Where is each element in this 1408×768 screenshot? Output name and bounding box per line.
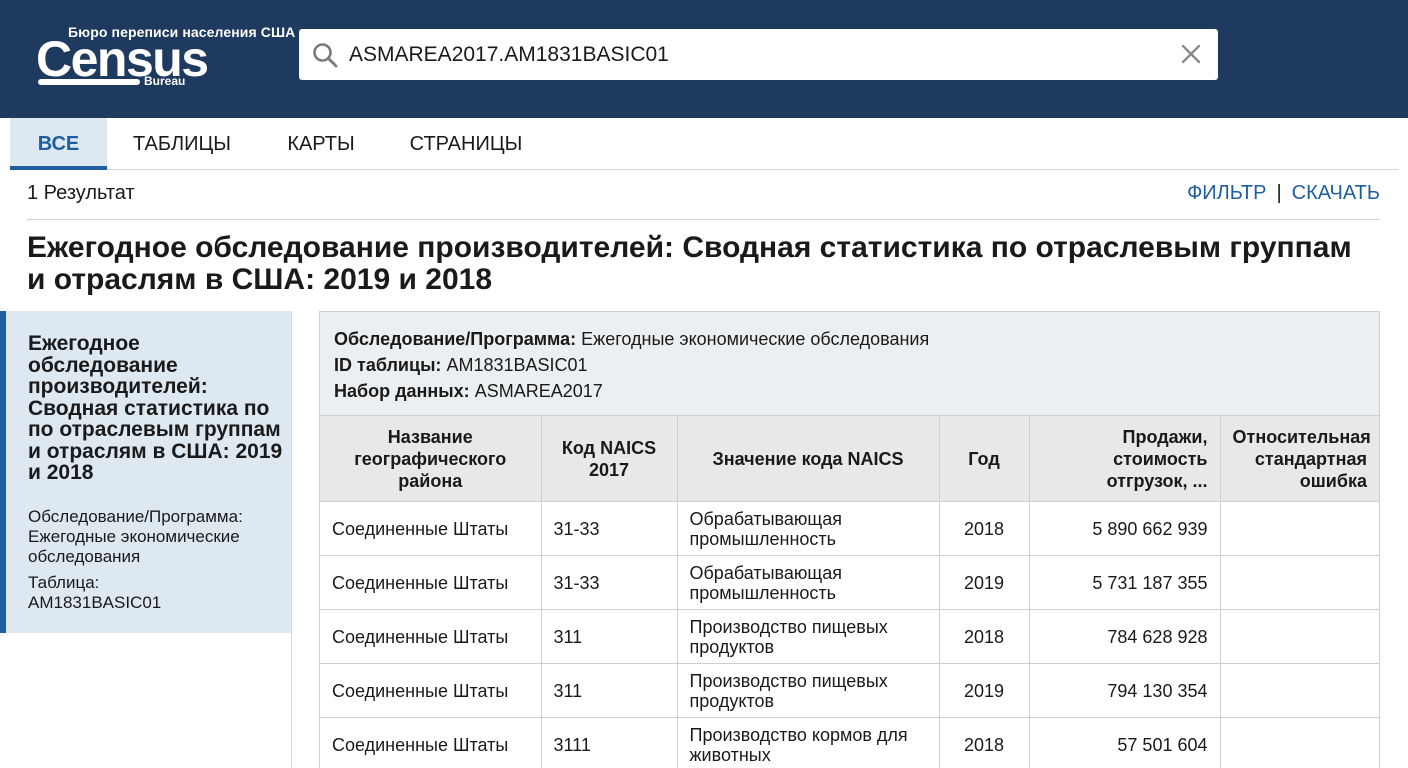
logo-swoosh (38, 79, 140, 85)
table-meta: Обследование/Программа: Ежегодные эконом… (320, 312, 1379, 415)
cell-naics-code: 311 (540, 663, 678, 718)
card-table-value: AM1831BASIC01 (28, 593, 162, 612)
cell-geo: Соединенные Штаты (320, 501, 542, 556)
cell-naics-code: 31-33 (540, 555, 678, 610)
cell-naics-meaning: Обрабатывающая промышленность (676, 555, 940, 610)
meta-program-label: Обследование/Программа: (334, 329, 577, 349)
cell-naics-meaning: Производство кормов для животных (676, 717, 940, 768)
results-count: 1 Результат (27, 182, 135, 204)
col-header-naics-meaning[interactable]: Значение кода NAICS (676, 415, 940, 502)
table-header-row: Название географического района Код NAIC… (320, 415, 1379, 502)
cell-year: 2018 (938, 717, 1030, 768)
cell-naics-code: 31-33 (540, 501, 678, 556)
result-tabs: ВСЕ ТАБЛИЦЫ КАРТЫ СТРАНИЦЫ (10, 118, 1398, 170)
result-card[interactable]: Ежегодное обследование производителей: С… (0, 311, 291, 633)
cell-naics-meaning: Производство пищевых продуктов (676, 663, 940, 718)
tab-tables[interactable]: ТАБЛИЦЫ (127, 118, 237, 169)
census-logo[interactable]: Бюро переписи населения США Census Burea… (36, 22, 295, 92)
header-bar: Бюро переписи населения США Census Burea… (0, 0, 1408, 118)
result-card-meta: Обследование/Программа: Ежегодные эконом… (28, 507, 290, 613)
cell-naics-code: 3111 (540, 717, 678, 768)
result-actions: ФИЛЬТР | СКАЧАТЬ (1187, 182, 1380, 205)
result-card-title[interactable]: Ежегодное обследование производителей: С… (28, 333, 286, 484)
col-header-rse[interactable]: Относительная стандартная ошибка (1219, 415, 1379, 502)
table-row: Соединенные Штаты 3111 Производство корм… (320, 717, 1379, 768)
cell-year: 2019 (938, 663, 1030, 718)
meta-dataset-label: Набор данных: (334, 381, 470, 401)
cell-naics-code: 311 (540, 609, 678, 664)
cell-rse (1219, 555, 1379, 610)
cell-year: 2018 (938, 501, 1030, 556)
card-program-value: Ежегодные экономические обследования (28, 527, 240, 566)
col-header-year[interactable]: Год (938, 415, 1030, 502)
close-icon[interactable] (1180, 43, 1202, 65)
col-header-geo[interactable]: Название географического района (320, 415, 542, 502)
cell-year: 2019 (938, 555, 1030, 610)
cell-naics-meaning: Производство пищевых продуктов (676, 609, 940, 664)
table-row: Соединенные Штаты 31-33 Обрабатывающая п… (320, 555, 1379, 610)
card-program-label: Обследование/Программа: (28, 507, 243, 526)
cell-year: 2018 (938, 609, 1030, 664)
cell-sales: 5 731 187 355 (1028, 555, 1221, 610)
search-input[interactable]: ASMAREA2017.AM1831BASIC01 (349, 29, 669, 80)
table-row: Соединенные Штаты 311 Производство пищев… (320, 609, 1379, 664)
data-table: Название географического района Код NAIC… (320, 415, 1379, 768)
tab-all[interactable]: ВСЕ (10, 118, 107, 170)
column-divider (291, 311, 292, 768)
search-box[interactable]: ASMAREA2017.AM1831BASIC01 (299, 29, 1218, 80)
action-separator: | (1276, 182, 1282, 204)
cell-sales: 5 890 662 939 (1028, 501, 1221, 556)
divider (27, 219, 1380, 220)
cell-rse (1219, 501, 1379, 556)
cell-rse (1219, 609, 1379, 664)
table-preview: Обследование/Программа: Ежегодные эконом… (319, 311, 1380, 768)
cell-geo: Соединенные Штаты (320, 609, 542, 664)
cell-naics-meaning: Обрабатывающая промышленность (676, 501, 940, 556)
cell-geo: Соединенные Штаты (320, 555, 542, 610)
download-link[interactable]: СКАЧАТЬ (1292, 182, 1380, 204)
card-table-label: Таблица: (28, 573, 100, 592)
search-icon[interactable] (311, 41, 339, 69)
page-title[interactable]: Ежегодное обследование производителей: С… (27, 232, 1367, 296)
logo-bureau: Bureau (144, 74, 186, 88)
meta-dataset-value: ASMAREA2017 (474, 381, 603, 401)
col-header-sales[interactable]: Продажи, стоимость отгрузок, ... (1028, 415, 1221, 502)
meta-table-id-label: ID таблицы: (334, 355, 442, 375)
cell-sales: 57 501 604 (1028, 717, 1221, 768)
table-row: Соединенные Штаты 31-33 Обрабатывающая п… (320, 501, 1379, 556)
filter-link[interactable]: ФИЛЬТР (1187, 182, 1266, 204)
table-row: Соединенные Штаты 311 Производство пищев… (320, 663, 1379, 718)
tab-pages[interactable]: СТРАНИЦЫ (406, 118, 526, 169)
tab-maps[interactable]: КАРТЫ (280, 118, 362, 169)
cell-rse (1219, 717, 1379, 768)
cell-sales: 794 130 354 (1028, 663, 1221, 718)
cell-sales: 784 628 928 (1028, 609, 1221, 664)
col-header-naics-code[interactable]: Код NAICS 2017 (540, 415, 678, 502)
cell-rse (1219, 663, 1379, 718)
cell-geo: Соединенные Штаты (320, 717, 542, 768)
cell-geo: Соединенные Штаты (320, 663, 542, 718)
meta-program-value: Ежегодные экономические обследования (581, 329, 930, 349)
meta-table-id-value: AM1831BASIC01 (446, 355, 588, 375)
